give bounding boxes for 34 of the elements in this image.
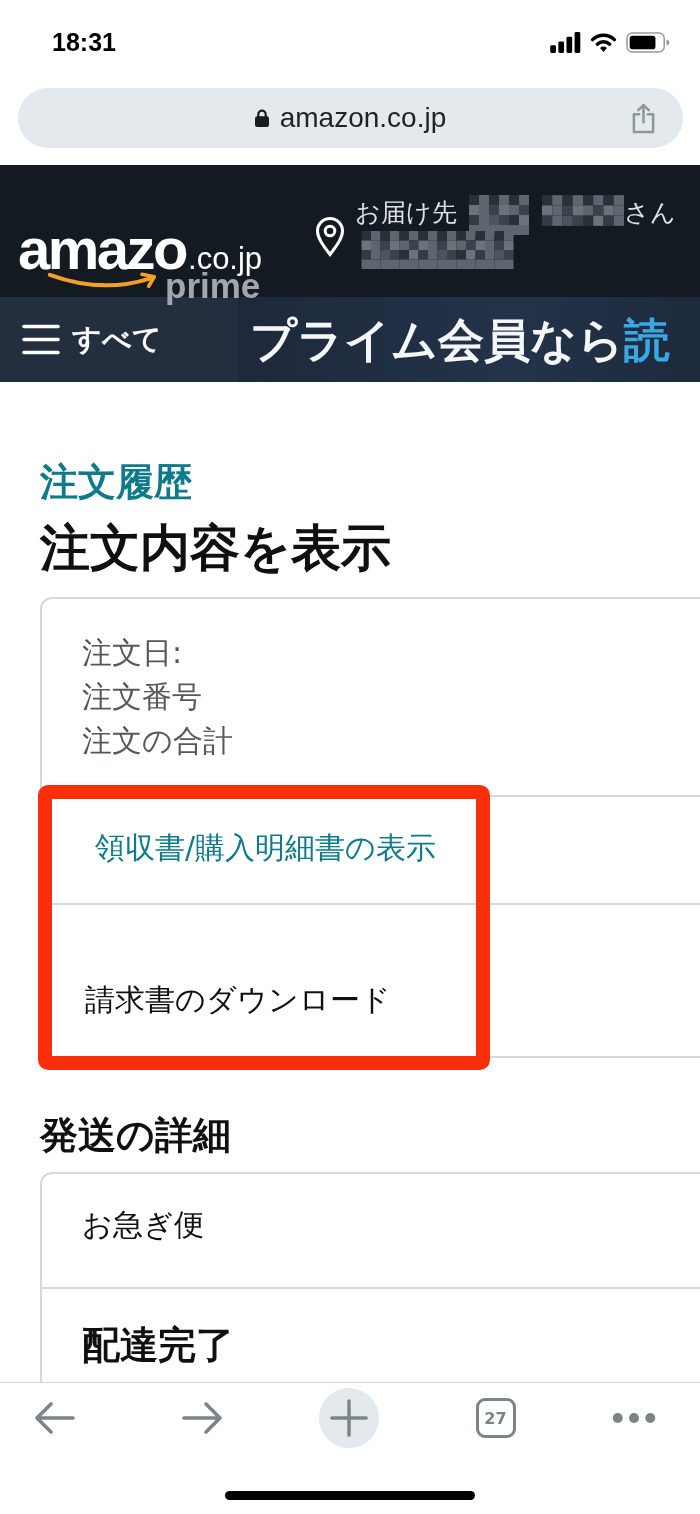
menu-button[interactable]: すべて — [0, 297, 162, 382]
url-text: amazon.co.jp — [279, 102, 447, 134]
share-icon[interactable] — [631, 102, 656, 134]
menu-icon — [22, 324, 60, 355]
breadcrumb-link[interactable]: 注文履歴 — [40, 460, 192, 504]
delivery-label: お届け先 — [355, 197, 457, 229]
more-icon — [612, 1412, 656, 1424]
status-time: 18:31 — [52, 27, 116, 57]
wifi-icon — [590, 32, 617, 52]
back-arrow-icon — [34, 1401, 76, 1435]
promo-banner[interactable]: プライム会員なら読 — [238, 297, 700, 382]
signal-icon — [550, 31, 581, 53]
text-link[interactable]: 領収書/購入明細書の表示 — [95, 828, 437, 868]
section-heading: 発送の詳細 — [40, 1113, 231, 1157]
logo-wordmark[interactable]: amazo — [18, 221, 186, 277]
status-heading: 配達完了 — [82, 1323, 234, 1367]
forward-arrow-icon — [180, 1401, 223, 1435]
plus-icon — [329, 1398, 369, 1438]
order-detail-label: 注文番号 — [82, 678, 202, 716]
more-button[interactable] — [612, 1412, 656, 1424]
battery-icon — [626, 31, 670, 53]
order-detail-label: 注文日: — [82, 634, 183, 672]
back-button[interactable] — [34, 1401, 76, 1435]
page-title: 注文内容を表示 — [40, 519, 391, 577]
banner-text: プライム会員なら読 — [250, 311, 670, 368]
row-text: お急ぎ便 — [82, 1206, 204, 1244]
forward-button[interactable] — [180, 1401, 223, 1435]
name-suffix: さん — [624, 197, 676, 229]
location-pin-icon — [315, 217, 345, 257]
tabs-button[interactable]: 27 — [475, 1398, 516, 1438]
action-item[interactable]: 請求書のダウンロード — [85, 980, 391, 1020]
address-bar[interactable]: amazon.co.jp — [18, 88, 683, 148]
order-detail-label: 注文の合計 — [82, 722, 233, 760]
new-tab-button[interactable] — [319, 1388, 379, 1448]
